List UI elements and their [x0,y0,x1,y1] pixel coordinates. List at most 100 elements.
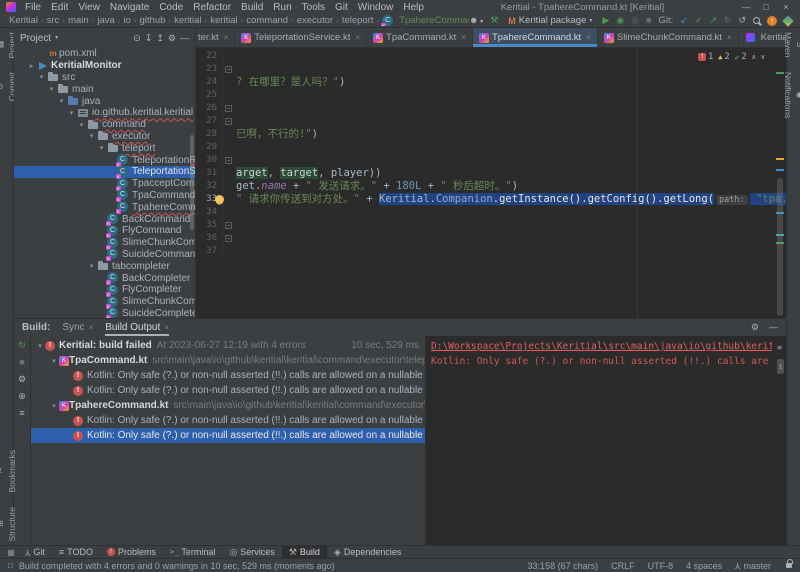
fold-marker-icon[interactable]: − [225,235,232,242]
stop-button[interactable]: ■ [646,16,651,25]
line-ending-select[interactable]: CRLF [611,561,635,571]
tree-chevron-icon[interactable]: ▾ [66,109,77,117]
project-tree-item[interactable]: ▾command [14,119,195,131]
menu-window[interactable]: Window [353,2,399,13]
menu-file[interactable]: File [20,2,46,13]
menu-run[interactable]: Run [268,2,296,13]
menu-refactor[interactable]: Refactor [188,2,236,13]
wrench-icon[interactable]: ⚙ [18,375,26,384]
tool-strip-button-bookmarks[interactable]: ⚑Bookmarks [0,450,17,493]
run-button[interactable]: ▶ [602,16,609,25]
breadcrumb-class[interactable]: TpahereCommand [381,15,469,26]
menu-git[interactable]: Git [330,2,353,13]
breadcrumb-item[interactable]: executor [296,15,334,26]
project-tree-item[interactable]: SuicideCommand [14,249,195,261]
breadcrumb-item[interactable]: Keritial [8,15,39,26]
project-tree-item[interactable]: ▸KeritialMonitor [14,60,195,72]
search-everywhere-icon[interactable] [753,17,760,24]
tool-window-button-services[interactable]: ◎Services [222,546,281,558]
tool-window-button-todo[interactable]: ≡TODO [52,546,100,558]
prev-problem-icon[interactable]: ∧ [752,53,756,61]
tree-chevron-icon[interactable]: ▾ [76,121,87,129]
breadcrumb-item[interactable]: src [46,15,61,26]
fold-marker-icon[interactable]: − [225,105,232,112]
coverage-button[interactable]: ◎ [631,16,639,25]
project-tree-item[interactable]: TpaCommand [14,190,195,202]
gear-icon[interactable]: ⚙ [168,34,176,43]
tree-chevron-icon[interactable]: ▾ [86,262,97,270]
pin-icon[interactable]: ⊕ [18,392,26,401]
soft-wrap-icon[interactable]: ≡ [777,340,784,355]
tree-chevron-icon[interactable]: ▾ [49,402,59,410]
tree-chevron-icon[interactable]: ▾ [96,144,107,152]
menu-code[interactable]: Code [154,2,188,13]
build-hammer-icon[interactable]: ⚒ [490,16,498,25]
project-tree-item[interactable]: ▾tabcompleter [14,260,195,272]
breadcrumb-item[interactable]: java [96,15,115,26]
collapse-all-icon[interactable]: ↥ [156,34,164,43]
editor-tab[interactable]: KTeleportationService.kt× [235,28,367,47]
tab-close-icon[interactable]: × [355,33,360,42]
project-tree-item[interactable]: BackCommand [14,213,195,225]
breadcrumb-item[interactable]: io [122,15,131,26]
menu-tools[interactable]: Tools [297,2,330,13]
close-button[interactable]: × [776,2,796,12]
editor-tab[interactable]: KTpahereCommand.kt× [473,28,598,47]
breadcrumb-item[interactable]: github [139,15,167,26]
user-icon[interactable]: ☻ ▾ [469,16,483,25]
tool-window-button-problems[interactable]: !Problems [100,546,163,558]
rerun-build-icon[interactable]: ↻ [18,341,26,350]
encoding-select[interactable]: UTF-8 [648,561,674,571]
project-tree-item[interactable]: ▾io.github.keritial.keritial [14,107,195,119]
git-push-button[interactable]: ↗ [709,16,717,25]
project-tree-item[interactable]: TeleportationRequest [14,154,195,166]
fold-marker-icon[interactable]: − [225,222,232,229]
breadcrumb-item[interactable]: main [67,15,90,26]
project-tree-item[interactable]: TpahereCommand [14,201,195,213]
build-tree-row[interactable]: ▾KTpaCommand.ktsrc\main\java\io\github\k… [31,353,425,368]
editor-tab[interactable]: Keritial.iml× [739,28,786,47]
background-tasks-icon[interactable]: □ [8,562,13,570]
error-stripe[interactable] [774,48,786,318]
breadcrumb-item[interactable]: command [245,15,289,26]
menu-view[interactable]: View [73,2,105,13]
build-tab[interactable]: Sync× [62,319,93,336]
project-tree-item[interactable]: SlimeChunkCommand [14,237,195,249]
intention-bulb-icon[interactable] [215,195,224,204]
window-switcher-icon[interactable]: ▦ [4,546,18,558]
tree-chevron-icon[interactable]: ▾ [36,73,47,81]
editor-tab[interactable]: KTpaCommand.kt× [367,28,473,47]
next-problem-icon[interactable]: ∨ [761,53,765,61]
tab-close-icon[interactable]: × [727,33,732,42]
tree-chevron-icon[interactable]: ▾ [46,85,57,93]
indent-select[interactable]: 4 spaces [686,561,722,571]
tab-close-icon[interactable]: × [461,33,466,42]
menu-help[interactable]: Help [398,2,429,13]
tab-close-icon[interactable]: × [586,33,591,42]
project-tree-item[interactable]: SlimeChunkCompleter [14,296,195,308]
build-tree-row[interactable]: ▾!Keritial: build failedAt 2023-06-27 12… [31,338,425,353]
build-tree-row[interactable]: !Kotlin: Only safe (?.) or non-null asse… [31,368,425,383]
breadcrumb-item[interactable]: keritial [209,15,238,26]
fold-marker-icon[interactable]: − [225,118,232,125]
build-tree-row[interactable]: ▾KTpahereCommand.ktsrc\main\java\io\gith… [31,398,425,413]
filter-icon[interactable]: ≡ [19,409,24,418]
git-branch-widget[interactable]: Y master [735,561,771,571]
project-tree-item[interactable]: FlyCompleter [14,284,195,296]
project-tree-item[interactable]: SuicideCompleter [14,308,195,318]
project-tree-item[interactable]: ▾java [14,95,195,107]
editor-tab[interactable]: ter.kt× [196,28,235,47]
project-tree-item[interactable]: BackCompleter [14,272,195,284]
console-line[interactable]: D:\Workspace\Projects\Keritial\src\main\… [431,339,772,354]
stop-build-icon[interactable]: ■ [19,358,24,367]
run-configuration-select[interactable]: M Keritial package ▾ [505,15,595,26]
menu-edit[interactable]: Edit [46,2,73,13]
tree-chevron-icon[interactable]: ▾ [49,357,59,365]
project-tree-item[interactable]: TpacceptCommand [14,178,195,190]
tool-window-button-build[interactable]: ⚒Build [282,546,327,558]
project-view-select[interactable]: Project [20,33,51,44]
project-tree-item[interactable]: ▾executor [14,131,195,143]
write-access-icon[interactable] [786,563,792,568]
hide-panel-icon[interactable]: — [769,323,778,332]
project-tree-item[interactable]: FlyCommand [14,225,195,237]
